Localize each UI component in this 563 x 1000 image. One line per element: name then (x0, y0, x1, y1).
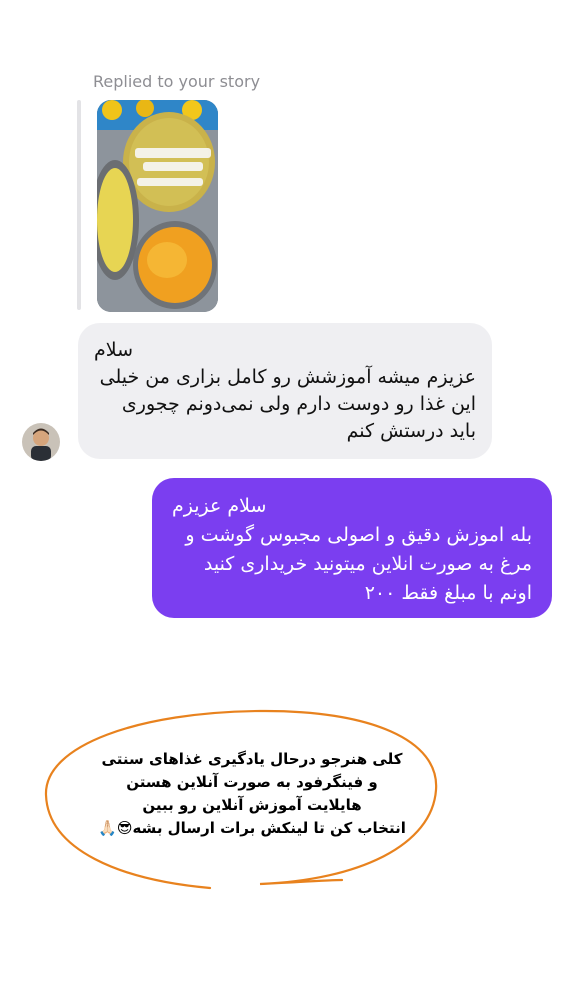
promo-line-1: کلی هنرجو درحال یادگیری غذاهای سنتی (101, 750, 403, 768)
promo-line-4: انتخاب کن تا لینکش برات ارسال بشه😎🙏🏻 (98, 819, 406, 837)
promo-annotation-text: کلی هنرجو درحال یادگیری غذاهای سنتی و فی… (72, 748, 432, 840)
hand-drawn-circle (44, 709, 438, 890)
promo-line-2: و فینگرفود به صورت آنلاین هستن (126, 773, 378, 791)
promo-line-3: هایلایت آموزش آنلاین رو ببین (142, 796, 362, 814)
